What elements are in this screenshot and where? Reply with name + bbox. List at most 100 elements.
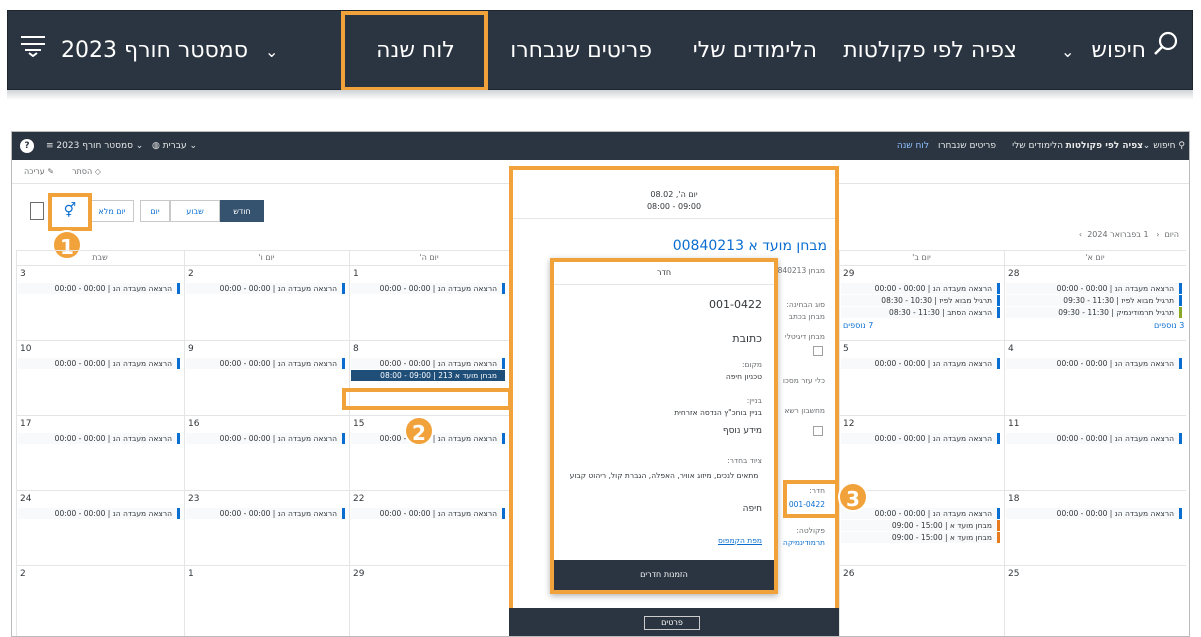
calendar-event[interactable]: הרצאה מעבדה הנ | 00:00 - 00:00 — [18, 508, 180, 519]
inner-nav-year-board[interactable]: לוח שנה — [897, 132, 929, 160]
detail-room-label: חדר: — [809, 486, 825, 495]
top-navigation-bar: חיפוש ⌄ צפיה לפי פקולטות הלימודים שלי פר… — [7, 10, 1193, 91]
day-number[interactable]: 8 — [353, 344, 359, 354]
more-events-link[interactable]: 3 נוספים — [1154, 321, 1184, 330]
day-number[interactable]: 4 — [1008, 344, 1014, 354]
calendar-event[interactable]: מבחן מועד א | 15:00 - 09:00 — [841, 520, 1000, 531]
semester-selector[interactable]: ⌄ סמסטר חורף 2023 — [20, 11, 278, 91]
room-popup-building-label: בניין: — [746, 396, 762, 405]
calendar-event[interactable]: הרצאה מעבדה הנ | 00:00 - 00:00 — [351, 283, 505, 294]
calendar-event[interactable]: הרצאה מעבדה הנ | 00:00 - 00:00 — [186, 358, 345, 369]
nav-faculty-view[interactable]: צפיה לפי פקולטות — [843, 11, 1017, 91]
day-number[interactable]: 9 — [188, 344, 194, 354]
calendar-event[interactable]: תרגיל מבוא לפיז | 11:30 - 09:30 — [1006, 295, 1182, 306]
help-icon[interactable]: ? — [20, 139, 34, 153]
edit-button[interactable]: ✎ עריכה — [24, 167, 54, 176]
calendar-event[interactable]: תרגיל מבוא לפיז | 10:30 - 08:30 — [841, 295, 1000, 306]
grid-column-line — [1004, 251, 1005, 636]
step-badge-2: 2 — [404, 416, 434, 446]
calendar-event[interactable]: הרצאה מעבדה הנ | 00:00 - 00:00 — [841, 508, 1000, 519]
day-number[interactable]: 5 — [843, 344, 849, 354]
day-number[interactable]: 29 — [843, 269, 854, 279]
grid-column-line — [349, 251, 350, 636]
campus-map-link[interactable]: מפת הקמפוס — [718, 536, 762, 545]
detail-allowed-label: מחשבון רשא — [784, 406, 825, 415]
hide-button[interactable]: ◇ הסתר — [72, 167, 101, 176]
calendar-event[interactable]: הרצאה מעבדה הנ | 00:00 - 00:00 — [841, 358, 1000, 369]
inner-nav-faculty[interactable]: צפיה לפי פקולטות — [1066, 132, 1143, 160]
calendar-event[interactable]: הרצאה מעבדה הנ | 00:00 - 00:00 — [351, 508, 505, 519]
day-number[interactable]: 12 — [843, 419, 854, 429]
search-icon — [1152, 11, 1180, 91]
details-button[interactable]: פרטים — [644, 616, 700, 630]
calendar-event[interactable]: הרצאה הסתב | 11:30 - 08:30 — [841, 307, 1000, 318]
day-number[interactable]: 2 — [20, 569, 26, 579]
nav-search[interactable]: חיפוש ⌄ — [1061, 11, 1180, 91]
detail-date: יום ה', 08.02 — [650, 190, 698, 199]
day-number[interactable]: 26 — [843, 569, 854, 579]
day-number[interactable]: 16 — [188, 419, 199, 429]
calendar-event[interactable]: הרצאה מעבדה הנ | 00:00 - 00:00 — [186, 433, 345, 444]
calendar-event[interactable]: הרצאה מעבדה הנ | 00:00 - 00:00 — [186, 283, 345, 294]
calendar-event[interactable]: הרצאה מעבדה הנ | 00:00 - 00:00 — [18, 433, 180, 444]
calendar-event[interactable]: הרצאה מעבדה הנ | 00:00 - 00:00 — [186, 508, 345, 519]
inner-semester-selector[interactable]: ⌄ סמסטר חורף 2023 ≡ — [46, 132, 143, 160]
day-number[interactable]: 29 — [353, 569, 364, 579]
inner-nav-search[interactable]: ⚲ חיפוש ⌄ — [1143, 132, 1185, 160]
pencil-icon: ✎ — [47, 167, 55, 176]
calendar-event[interactable]: הרצאה מעבדה הנ | 00:00 - 00:00 — [1006, 283, 1182, 294]
nav-selected-items[interactable]: פריטים שנבחרו — [510, 11, 652, 91]
view-full-day-button[interactable]: יום מלא — [90, 200, 134, 222]
inner-nav-my-studies[interactable]: הלימודים שלי — [1012, 132, 1063, 160]
day-number[interactable]: 18 — [1008, 494, 1019, 504]
detail-exam-type: מבחן בכתב — [788, 312, 825, 321]
digital-checkbox[interactable] — [813, 346, 823, 356]
detail-room-link[interactable]: 001-0422 — [789, 500, 825, 509]
view-week-button[interactable]: שבוע — [170, 200, 220, 222]
day-number[interactable]: 24 — [20, 494, 31, 504]
inner-nav-bar: ⚲ חיפוש ⌄ צפיה לפי פקולטות הלימודים שלי … — [12, 132, 1189, 160]
day-number[interactable]: 1 — [188, 569, 194, 579]
day-number[interactable]: 25 — [1008, 569, 1019, 579]
view-month-button[interactable]: חודש — [220, 200, 264, 222]
calendar-event[interactable]: הרצאה מעבדה הנ | 00:00 - 00:00 — [841, 283, 1000, 294]
language-selector[interactable]: ⌄ עברית ◍ — [152, 132, 197, 160]
calendar-event[interactable]: מבחן מועד א | 15:00 - 09:00 — [841, 532, 1000, 543]
day-number[interactable]: 17 — [20, 419, 31, 429]
divider — [554, 284, 774, 285]
calendar-icon[interactable] — [30, 202, 44, 220]
calendar-event[interactable]: הרצאה מעבדה הנ | 00:00 - 00:00 — [1006, 358, 1182, 369]
nav-my-studies[interactable]: הלימודים שלי — [693, 11, 817, 91]
globe-icon: ◍ — [152, 141, 160, 151]
day-number[interactable]: 1 — [353, 269, 359, 279]
calendar-event[interactable]: הרצאה מעבדה הנ | 00:00 - 00:00 — [351, 358, 505, 369]
allowed-checkbox[interactable] — [813, 426, 823, 436]
calendar-event[interactable]: מבחן מועד א 213 | 09:00 - 08:00 — [351, 370, 505, 381]
day-number[interactable]: 2 — [188, 269, 194, 279]
day-number[interactable]: 23 — [188, 494, 199, 504]
detail-footer: פרטים — [509, 608, 839, 636]
calendar-event[interactable]: הרצאה מעבדה הנ | 00:00 - 00:00 — [18, 358, 180, 369]
calendar-event[interactable]: תרגיל תרמודינמיק | 11:30 - 09:30 — [1006, 307, 1182, 318]
calendar-event[interactable]: הרצאה מעבדה הנ | 00:00 - 00:00 — [1006, 508, 1182, 519]
detail-digital-label: מבחן דיגיטלי — [784, 332, 825, 341]
day-number[interactable]: 15 — [353, 419, 364, 429]
more-events-link[interactable]: 7 נוספים — [843, 321, 873, 330]
reserve-rooms-button[interactable]: הזמנות חדרים — [554, 560, 774, 590]
day-number[interactable]: 22 — [353, 494, 364, 504]
room-popup-equipment-label: ציוד בחדר: — [727, 456, 762, 465]
calendar-event[interactable]: הרצאה מעבדה הנ | 00:00 - 00:00 — [1006, 433, 1182, 444]
calendar-event[interactable]: הרצאה מעבדה הנ | 00:00 - 00:00 — [841, 433, 1000, 444]
calendar-event[interactable]: הרצאה מעבדה הנ | 00:00 - 00:00 — [18, 283, 180, 294]
settings-highlight — [48, 193, 92, 231]
grid-column-line — [184, 251, 185, 636]
day-number[interactable]: 28 — [1008, 269, 1019, 279]
step-badge-3: 3 — [838, 482, 868, 512]
day-number[interactable]: 11 — [1008, 419, 1019, 429]
day-number[interactable]: 10 — [20, 344, 31, 354]
day-number[interactable]: 3 — [20, 269, 26, 279]
filter-icon — [20, 11, 46, 91]
date-navigation[interactable]: היום ‹ 1 בפברואר 2024 › — [1079, 230, 1179, 239]
view-day-button[interactable]: יום — [140, 200, 170, 222]
inner-nav-selected[interactable]: פריטים שנבחרו — [938, 132, 996, 160]
